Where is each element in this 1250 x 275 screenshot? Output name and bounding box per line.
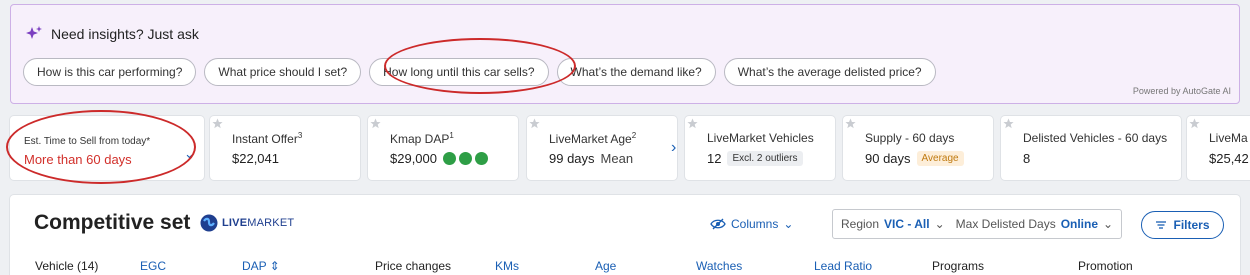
card-instant-offer: Instant Offer3 $22,041 [210,116,360,180]
powered-by: Powered by AutoGate AI [1132,86,1231,96]
livemarket-logo-icon [200,214,218,232]
card-label: LiveMa [1209,131,1248,145]
star-icon[interactable] [529,118,540,129]
card-livemarket-age[interactable]: LiveMarket Age2 99 days Mean › [527,116,677,180]
rating-dot [443,152,456,165]
page-title: Competitive set [34,211,191,234]
card-label: Instant Offer3 [232,131,303,146]
col-price-changes[interactable]: Price changes [375,259,451,273]
col-kms[interactable]: KMs [495,259,519,273]
card-kmap-dap: Kmap DAP1 $29,000 [368,116,518,180]
livemarket-logo-text: LIVEMARKET [222,217,295,229]
card-value: $25,42 [1209,151,1249,166]
suggestion-chips: How is this car performing? What price s… [23,58,936,86]
card-value: 99 days Mean [549,151,634,166]
chevron-down-icon[interactable]: ⌄ [184,146,195,162]
col-age[interactable]: Age [595,259,616,273]
star-icon[interactable] [212,118,223,129]
rating-dot [459,152,472,165]
chip-car-performing[interactable]: How is this car performing? [23,58,197,86]
col-egc[interactable]: EGC [140,259,166,273]
star-icon[interactable] [370,118,381,129]
insights-header: Need insights? Just ask [25,25,199,43]
col-promotion[interactable]: Promotion [1078,259,1133,273]
region-filter-group: Region VIC - All ⌄ Max Delisted Days Onl… [832,209,1123,239]
filter-icon [1156,221,1167,229]
chevron-down-icon: ⌄ [1103,217,1114,231]
chip-price-set[interactable]: What price should I set? [204,58,362,86]
eye-slash-icon [710,218,726,230]
card-value: $22,041 [232,151,279,166]
columns-button[interactable]: Columns ⌄ [710,217,793,231]
col-watches[interactable]: Watches [696,259,742,273]
chip-time-to-sell[interactable]: How long until this car sells? [369,58,549,86]
card-livemarket-price: LiveMa $25,42 [1187,116,1250,180]
chevron-right-icon[interactable]: › [671,139,676,157]
card-label: Kmap DAP1 [390,131,454,146]
chevron-down-icon: ⌄ [934,217,945,231]
competitive-set-panel: Competitive set LIVEMARKET Columns ⌄ Reg… [10,195,1240,275]
col-programs[interactable]: Programs [932,259,984,273]
card-est-time-to-sell[interactable]: Est. Time to Sell from today* More than … [10,116,204,180]
card-livemarket-vehicles: LiveMarket Vehicles 12 Excl. 2 outliers [685,116,835,180]
status-badge: Average [916,151,964,166]
card-label: LiveMarket Age2 [549,131,637,146]
card-value: 90 days Average [865,151,964,166]
card-supply: Supply - 60 days 90 days Average [843,116,993,180]
card-label: Supply - 60 days [865,131,955,145]
sparkle-icon [26,26,42,39]
card-value: 8 [1023,151,1031,166]
livemarket-logo: LIVEMARKET [200,214,294,232]
card-label: Est. Time to Sell from today* [24,136,151,147]
chip-delisted-price[interactable]: What’s the average delisted price? [723,58,936,86]
region-select[interactable]: VIC - All [884,217,930,231]
card-delisted-vehicles: Delisted Vehicles - 60 days 8 [1001,116,1181,180]
card-value: $29,000 [390,151,488,166]
col-dap[interactable]: DAP ⇕ [242,259,280,273]
delisted-days-select[interactable]: Online [1061,217,1098,231]
ai-insights-panel: Need insights? Just ask How is this car … [10,4,1240,104]
star-icon[interactable] [1003,118,1014,129]
insights-title: Need insights? Just ask [51,26,199,42]
rating-dot [475,152,488,165]
col-lead-ratio[interactable]: Lead Ratio [814,259,872,273]
card-value: 12 Excl. 2 outliers [707,151,803,166]
rating-dots [443,152,488,165]
chevron-down-icon: ⌄ [783,217,794,231]
card-label: LiveMarket Vehicles [707,131,814,145]
chip-demand[interactable]: What’s the demand like? [556,58,716,86]
outliers-tag: Excl. 2 outliers [727,151,803,166]
col-vehicle[interactable]: Vehicle (14) [35,259,98,273]
star-icon[interactable] [845,118,856,129]
card-label: Delisted Vehicles - 60 days [1023,131,1168,145]
star-icon[interactable] [687,118,698,129]
filters-button[interactable]: Filters [1141,211,1224,239]
star-icon[interactable] [1189,118,1200,129]
card-value: More than 60 days [24,152,132,167]
